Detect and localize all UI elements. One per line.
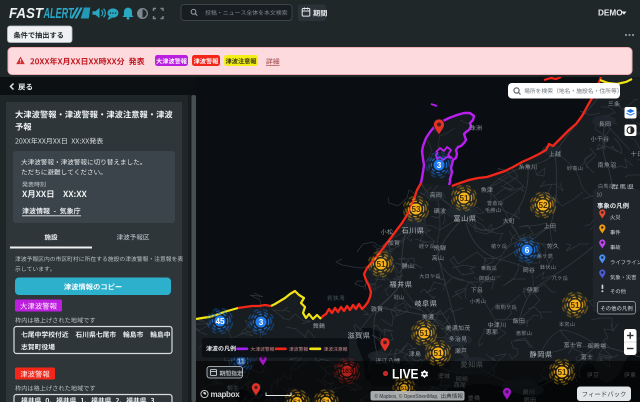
svg-text:FAST: FAST [9,6,44,22]
svg-text:51: 51 [376,260,386,269]
svg-text:51: 51 [570,301,580,310]
svg-text:45: 45 [215,317,225,326]
svg-text:11: 11 [237,357,245,366]
svg-text:mapbox: mapbox [211,390,241,399]
svg-text:6: 6 [525,246,530,255]
svg-text:51: 51 [419,329,429,338]
svg-text:3: 3 [259,318,264,327]
svg-text:53: 53 [411,205,421,214]
svg-text:51: 51 [459,194,469,203]
svg-text:3: 3 [437,161,442,170]
svg-text:51: 51 [293,398,301,402]
svg-text:10: 10 [597,193,603,199]
svg-text:51: 51 [433,349,443,358]
svg-text:52: 52 [538,201,548,210]
svg-text:LIVE: LIVE [392,366,419,382]
svg-text:© Mapbox, © OpenStreetMap,: © Mapbox, © OpenStreetMap, [375,393,439,400]
svg-text:51: 51 [557,368,567,377]
svg-text:ALERT: ALERT [43,6,74,22]
svg-text:DEMO: DEMO [598,9,623,18]
svg-text:51: 51 [322,398,330,402]
svg-text:103: 103 [342,368,353,375]
